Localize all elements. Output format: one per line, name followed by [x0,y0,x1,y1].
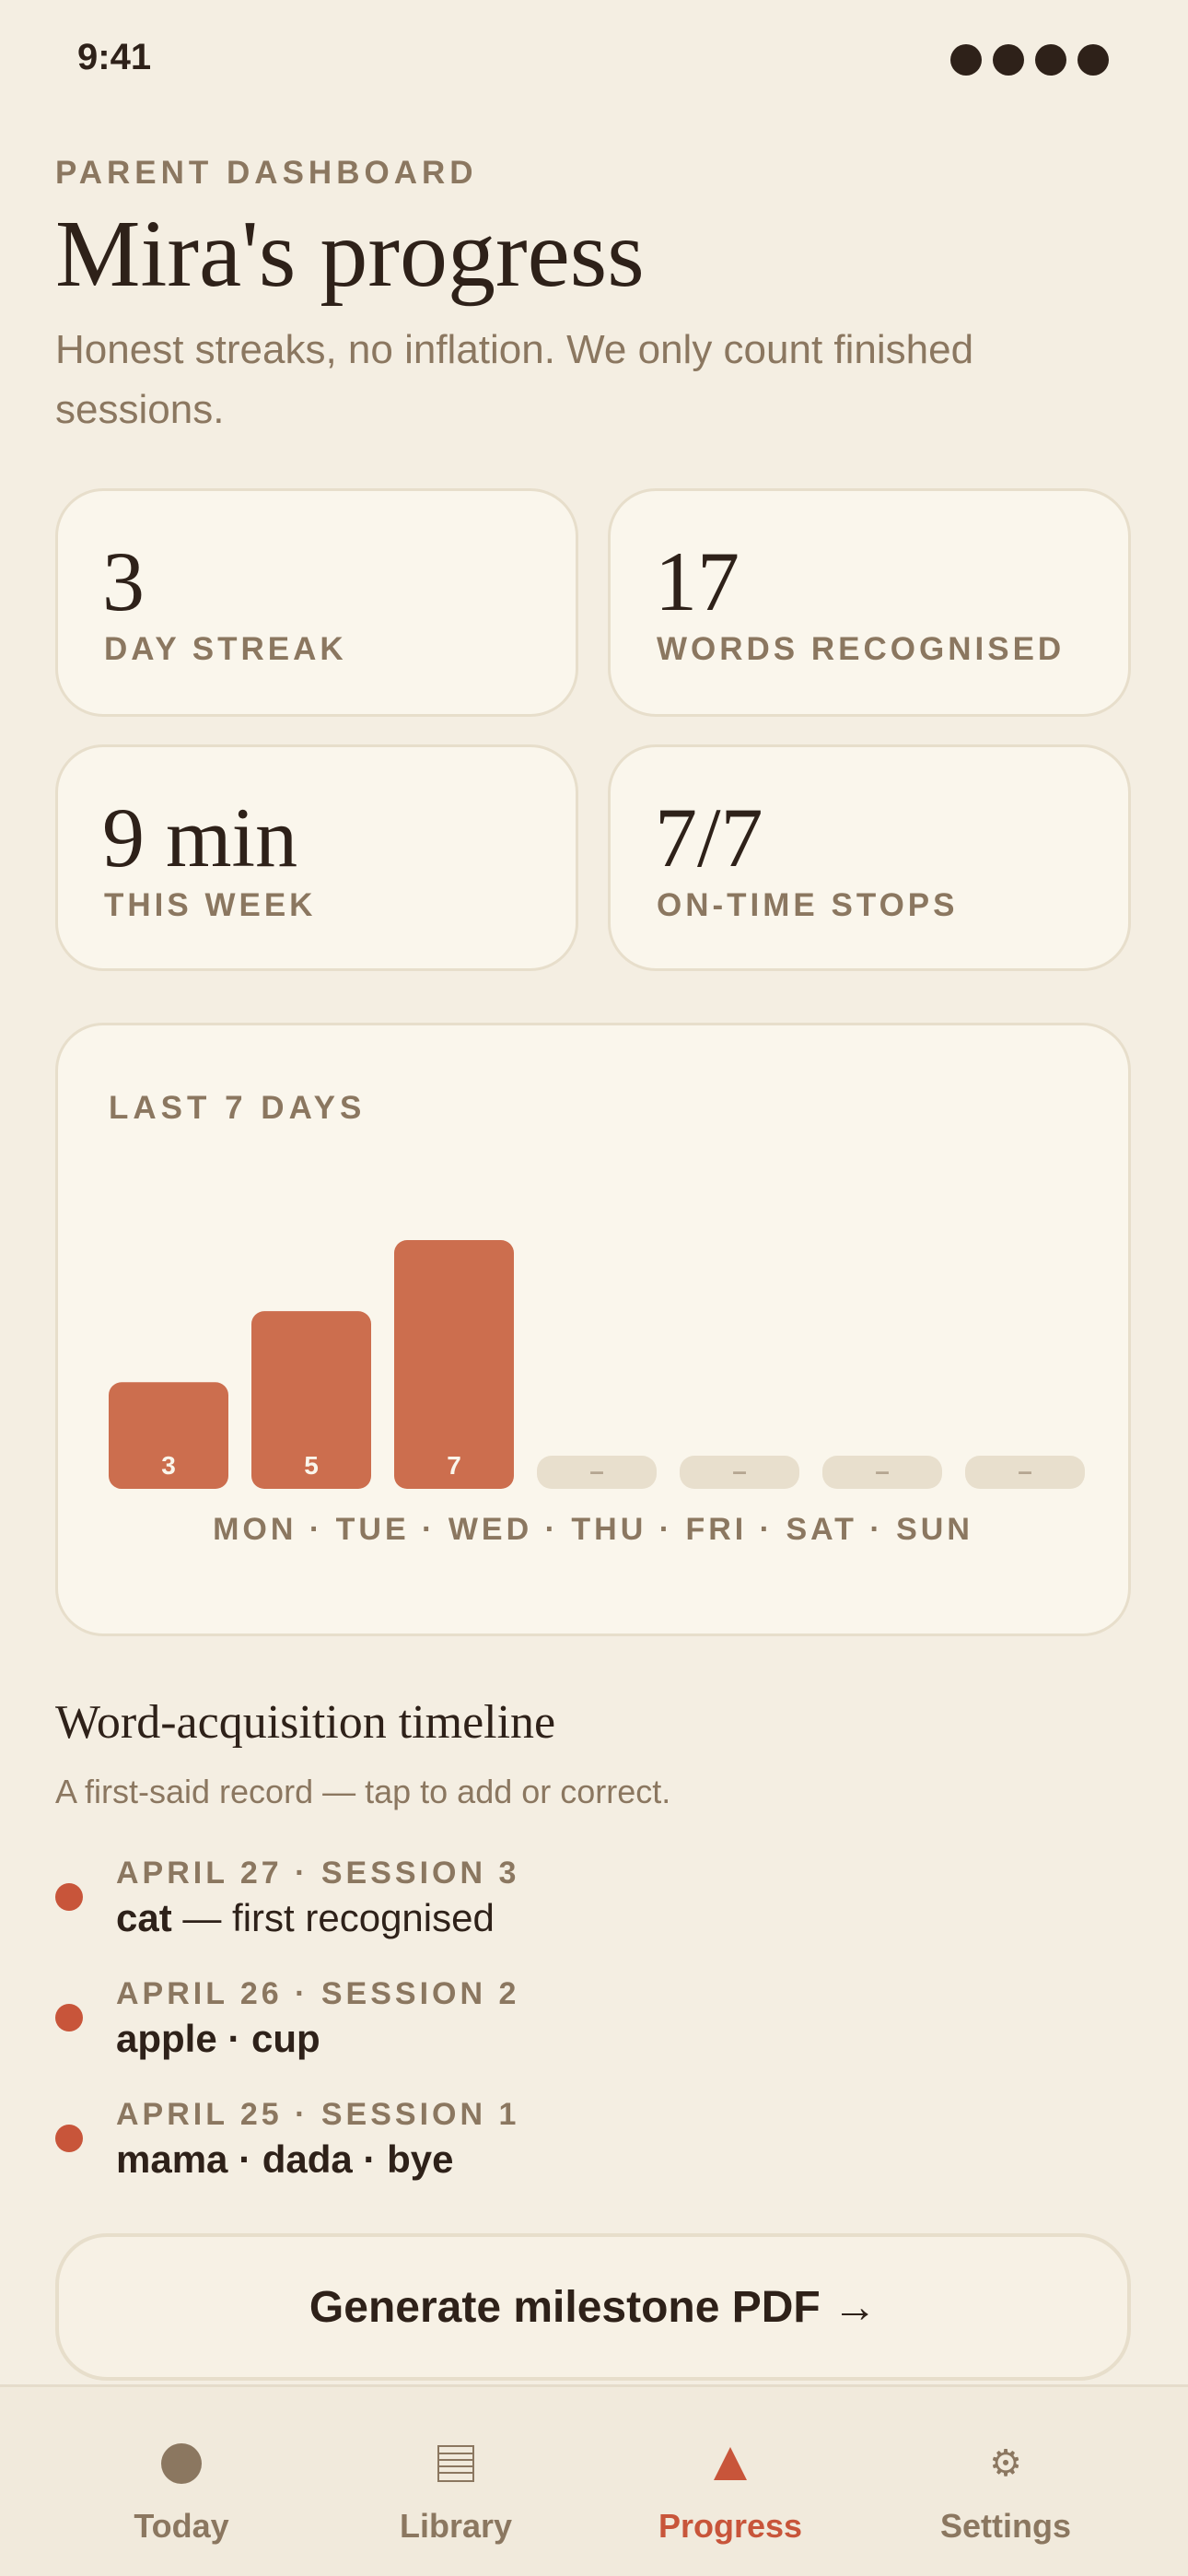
timeline-dot-icon [55,2125,83,2152]
chart-bar-label: 7 [447,1451,461,1480]
tab-library[interactable]: Library [318,2387,594,2576]
timeline-date: APRIL 27 · SESSION 3 [116,1856,520,1891]
timeline-words: cat — first recognised [116,1896,495,1940]
status-time: 9:41 [77,37,152,77]
stat-value: 17 [655,534,740,628]
timeline-word-list: mama · dada · bye [116,2137,454,2181]
chart-bar-label: – [732,1457,747,1485]
library-icon [435,2442,477,2485]
status-indicators [950,44,1109,76]
tab-label: Library [399,2507,513,2545]
generate-pdf-button[interactable]: Generate milestone PDF → [55,2233,1131,2381]
stat-label: DAY STREAK [104,631,347,667]
chart-bar-label: 5 [304,1451,319,1480]
triangle-icon [709,2442,751,2485]
stat-card-words-recognised: 17 WORDS RECOGNISED [608,488,1131,717]
timeline-item[interactable]: APRIL 26 · SESSION 2 apple · cup [55,1976,1124,2078]
timeline-word-list: cat [116,1896,172,1939]
stat-label: THIS WEEK [104,887,317,923]
bottom-tab-bar: Today Library Progress ⚙ Settings [0,2384,1188,2576]
weekly-chart-card: LAST 7 DAYS 3 5 7– – – – MON · TUE · WED · TH… [55,1023,1131,1636]
stat-value: 3 [102,534,145,628]
tab-today[interactable]: Today [43,2387,320,2576]
tab-label: Settings [939,2507,1071,2545]
tab-settings[interactable]: ⚙ Settings [868,2387,1144,2576]
timeline-title: Word-acquisition timeline [55,1696,556,1749]
stat-value: 7/7 [655,790,763,884]
timeline-date: APRIL 25 · SESSION 1 [116,2097,520,2132]
stat-label: WORDS RECOGNISED [657,631,1066,667]
timeline-word-list: apple · cup [116,2017,320,2060]
tab-label: Progress [658,2507,803,2545]
circle-icon [160,2442,203,2485]
timeline-words: apple · cup [116,2017,320,2061]
chart-bar-label: – [875,1457,890,1485]
page-eyebrow: PARENT DASHBOARD [55,155,478,191]
timeline-words: mama · dada · bye [116,2137,453,2182]
stat-card-on-time-stops: 7/7 ON-TIME STOPS [608,744,1131,971]
status-dot-icon [993,44,1024,76]
timeline-date: APRIL 26 · SESSION 2 [116,1976,520,2011]
status-dot-icon [1035,44,1066,76]
timeline-subtitle: A first-said record — tap to add or corr… [55,1773,671,1810]
gear-icon: ⚙ [989,2443,1022,2484]
page-subtitle: Honest streaks, no inflation. We only co… [55,327,974,432]
status-dot-icon [950,44,982,76]
stat-label: ON-TIME STOPS [657,887,959,923]
page-title: Mira's progress [55,201,645,307]
chart-bar-label: 3 [161,1451,176,1480]
tab-label: Today [134,2507,229,2545]
timeline-note: — first recognised [171,1896,495,1939]
chart-day-labels: MON · TUE · WED · THU · FRI · SAT · SUN [213,1512,973,1547]
timeline-item[interactable]: APRIL 27 · SESSION 3 cat — first recogni… [55,1856,1124,1957]
tab-progress[interactable]: Progress [592,2387,868,2576]
stat-value: 9 min [102,790,298,884]
timeline-dot-icon [55,2004,83,2032]
stat-card-day-streak: 3 DAY STREAK [55,488,578,717]
stat-card-this-week: 9 min THIS WEEK [55,744,578,971]
chart-bar-label: – [1018,1457,1032,1485]
timeline-item[interactable]: APRIL 25 · SESSION 1 mama · dada · bye [55,2097,1124,2198]
status-dot-icon [1077,44,1109,76]
chart-bar-label: – [589,1457,604,1485]
timeline-dot-icon [55,1883,83,1911]
